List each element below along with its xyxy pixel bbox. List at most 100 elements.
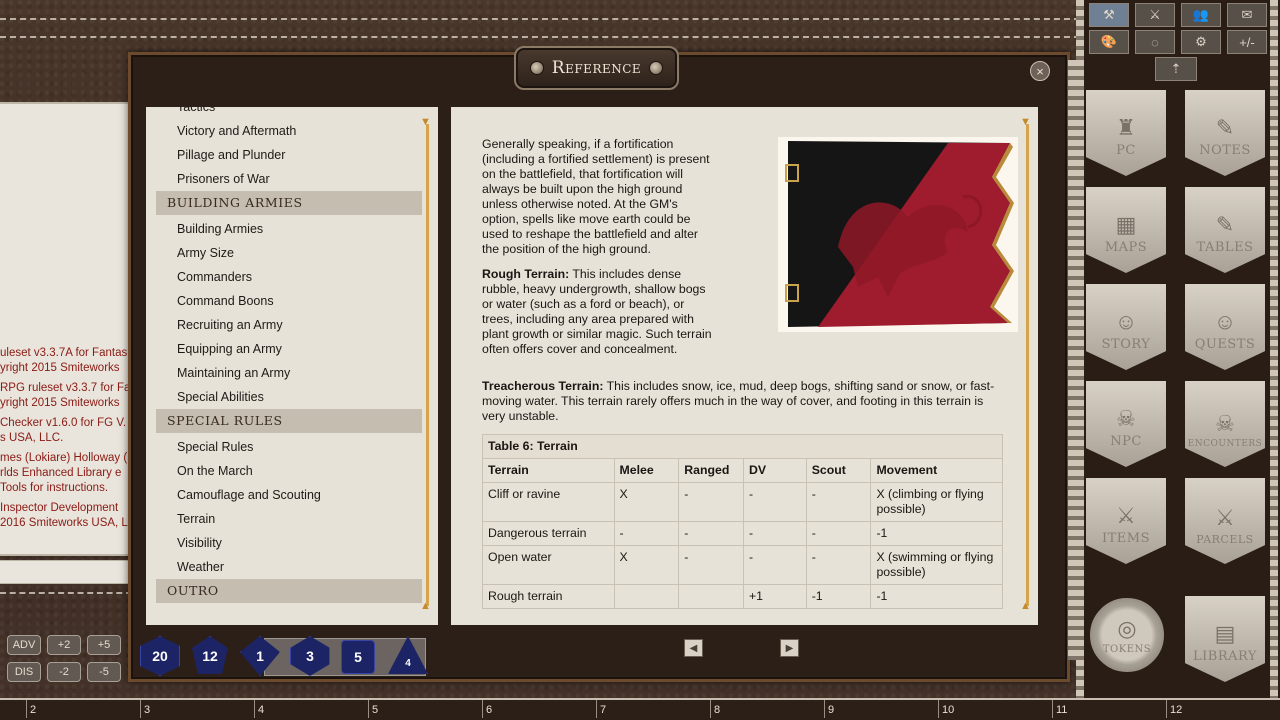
index-scroll-down-icon[interactable]: ▲ xyxy=(420,600,431,612)
quests-label: QUESTS xyxy=(1194,337,1256,352)
index-section-header[interactable]: Special Rules xyxy=(156,409,422,433)
table-row: Rough terrain +1 -1 -1 xyxy=(482,584,1003,609)
ruler-number: 12 xyxy=(1170,704,1183,716)
ruler-number: 4 xyxy=(258,704,265,716)
chat-line: RPG ruleset v3.3.7 for Fa xyxy=(0,382,131,394)
ruler-tick xyxy=(140,700,141,718)
items-label: ITEMS xyxy=(1101,531,1150,546)
index-link[interactable]: On the March xyxy=(156,459,422,483)
table-header-cell: Melee xyxy=(613,458,680,483)
terrain-table: Table 6: Terrain Terrain Melee Ranged DV Scou… xyxy=(482,434,1003,609)
next-page-button[interactable]: ▶ xyxy=(780,639,799,657)
index-link[interactable]: Terrain xyxy=(156,507,422,531)
arrow-left-icon: ◀ xyxy=(689,642,698,654)
chat-line: s USA, LLC. xyxy=(0,432,64,444)
tool-modifiers-button[interactable]: +/- xyxy=(1227,30,1267,54)
scroll-icon: ✉ xyxy=(1241,7,1253,22)
ruler-number: 6 xyxy=(486,704,493,716)
content-scrollbar[interactable] xyxy=(1026,124,1029,606)
tool-lighting-button[interactable]: ◌ xyxy=(1135,30,1175,54)
tool-combat-button[interactable]: ⚔ xyxy=(1135,3,1175,27)
ruler-number: 2 xyxy=(30,704,37,716)
index-link[interactable]: Commanders xyxy=(156,265,422,289)
index-link[interactable]: Visibility xyxy=(156,531,422,555)
table-cell: X (swimming or flying possible) xyxy=(870,545,1003,585)
adv-button[interactable]: ADV xyxy=(7,635,41,655)
tool-pointer-button[interactable]: ⚒ xyxy=(1089,3,1129,27)
plus2-button[interactable]: +2 xyxy=(47,635,81,655)
index-link[interactable]: Equipping an Army xyxy=(156,337,422,361)
table-header-row: Terrain Melee Ranged DV Scout Movement xyxy=(482,458,1003,483)
minus2-button[interactable]: -2 xyxy=(47,662,81,682)
index-scroll-up-icon[interactable]: ▼ xyxy=(420,116,431,128)
index-link[interactable]: Weather xyxy=(156,555,422,579)
up-arrow-icon: ⇡ xyxy=(1170,61,1182,76)
content-scroll-down-icon[interactable]: ▲ xyxy=(1020,600,1031,612)
index-link[interactable]: Special Abilities xyxy=(156,385,422,409)
index-scrollbar[interactable] xyxy=(426,124,429,606)
table-header-cell: Scout xyxy=(805,458,872,483)
ruler-tick xyxy=(368,700,369,718)
index-panel[interactable]: Tactics Victory and Aftermath Pillage and … xyxy=(146,107,438,625)
index-link[interactable]: Recruiting an Army xyxy=(156,313,422,337)
paragraph-treacherous-terrain: Treacherous Terrain: This includes snow,… xyxy=(482,379,1002,424)
table-cell: +1 xyxy=(742,584,807,609)
content-panel[interactable]: Generally speaking, if a fortification (… xyxy=(451,107,1038,625)
table-cell xyxy=(613,584,680,609)
index-link[interactable]: Victory and Aftermath xyxy=(156,119,422,143)
dis-label: DIS xyxy=(14,666,34,678)
chat-window[interactable]: uleset v3.3.7A for Fantas yright 2015 Smi… xyxy=(0,102,132,556)
close-icon: × xyxy=(1036,63,1044,79)
d6-label: 5 xyxy=(354,649,362,665)
adv-label: ADV xyxy=(12,639,36,651)
index-link[interactable]: Building Armies xyxy=(156,217,422,241)
minus5-button[interactable]: -5 xyxy=(87,662,121,682)
chat-log: uleset v3.3.7A for Fantas yright 2015 Smi… xyxy=(0,346,132,531)
prev-page-button[interactable]: ◀ xyxy=(684,639,703,657)
d6-die[interactable]: 5 xyxy=(341,640,375,674)
index-link[interactable]: Tactics xyxy=(156,107,422,119)
chat-input[interactable] xyxy=(0,560,132,584)
index-link[interactable]: Camouflage and Scouting xyxy=(156,483,422,507)
skull-icon: ☠ xyxy=(1116,406,1136,431)
table-cell: - xyxy=(678,521,744,546)
close-button[interactable]: × xyxy=(1030,61,1050,81)
window-title: Reference xyxy=(551,58,642,78)
d10-label: 1 xyxy=(256,648,264,664)
table-cell xyxy=(678,584,744,609)
index-link[interactable]: Prisoners of War xyxy=(156,167,422,191)
dis-button[interactable]: DIS xyxy=(7,662,41,682)
index-link[interactable]: Army Size xyxy=(156,241,422,265)
masks-icon: ☺ xyxy=(1114,309,1138,334)
index-link[interactable]: Pillage and Plunder xyxy=(156,143,422,167)
index-list: Tactics Victory and Aftermath Pillage and … xyxy=(156,107,422,605)
content-scroll-up-icon[interactable]: ▼ xyxy=(1020,116,1031,128)
tool-assets-button[interactable]: ✉ xyxy=(1227,3,1267,27)
paragraph-rough-terrain: Rough Terrain: This includes dense rubbl… xyxy=(482,267,714,357)
table-row: Cliff or ravine X - - - X (climbing or flying… xyxy=(482,482,1003,522)
stitch-top-2 xyxy=(0,36,1080,38)
term-rough-terrain: Rough Terrain: xyxy=(482,267,570,281)
plus5-button[interactable]: +5 xyxy=(87,635,121,655)
window-title-plate[interactable]: Reference xyxy=(514,46,679,90)
tool-options-button[interactable]: ⚙ xyxy=(1181,30,1221,54)
plus5-label: +5 xyxy=(97,639,111,651)
index-section-header[interactable]: Outro xyxy=(156,579,422,603)
table-header-cell: Ranged xyxy=(678,458,744,483)
tool-colors-button[interactable]: 🎨 xyxy=(1089,30,1129,54)
tool-expand-button[interactable]: ⇡ xyxy=(1155,57,1197,81)
helmet-icon: ♜ xyxy=(1116,115,1136,140)
table-cell: - xyxy=(742,521,807,546)
index-link[interactable]: Special Rules xyxy=(156,435,422,459)
index-link[interactable]: Command Boons xyxy=(156,289,422,313)
index-link[interactable]: Maintaining an Army xyxy=(156,361,422,385)
index-section-header[interactable]: Building Armies xyxy=(156,191,422,215)
encounters-label: ENCOUNTERS xyxy=(1187,439,1263,449)
tool-party-button[interactable]: 👥 xyxy=(1181,3,1221,27)
ruler-tick xyxy=(1052,700,1053,718)
sidebar-tokens-button[interactable]: ◎ TOKENS xyxy=(1090,598,1164,672)
library-icon: ▤ xyxy=(1214,621,1236,646)
d12-label: 12 xyxy=(202,648,218,664)
chat-line: Checker v1.6.0 for FG V. xyxy=(0,417,127,429)
palette-icon: 🎨 xyxy=(1100,34,1118,49)
